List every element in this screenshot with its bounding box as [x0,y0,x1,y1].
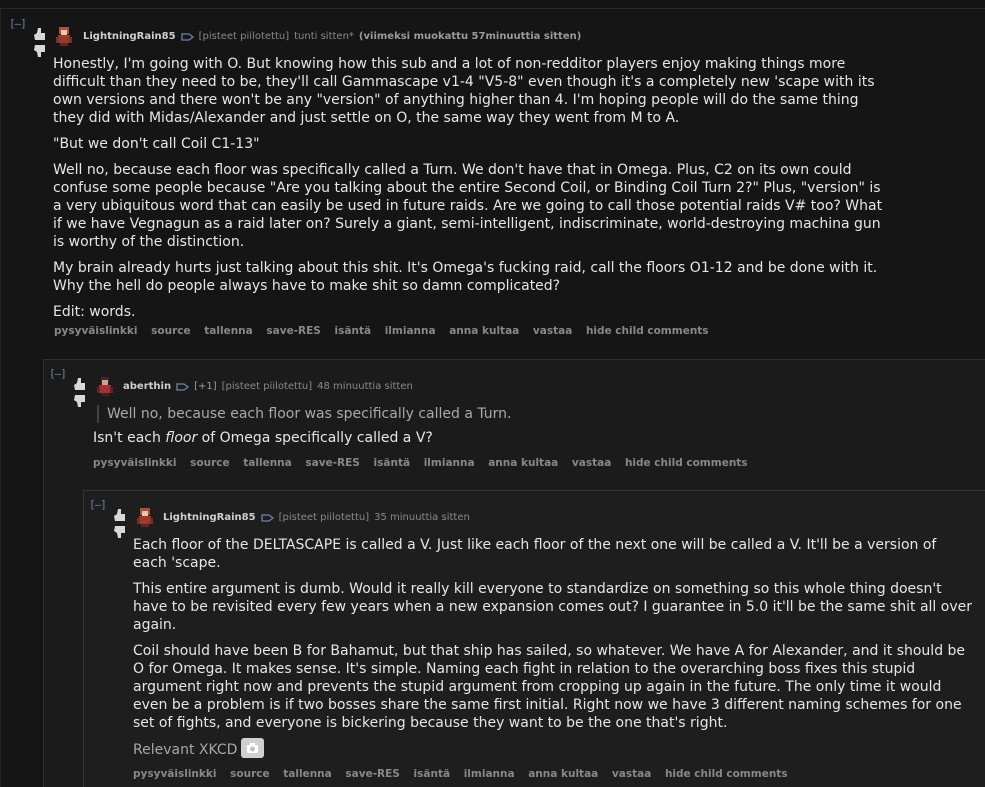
reply-button[interactable]: vastaa [572,457,611,469]
comment-body: Well no, because each floor was specific… [93,405,933,455]
parent-button[interactable]: isäntä [374,457,411,469]
comment-body: Each floor of the DELTASCAPE is called a… [133,536,973,768]
author-link[interactable]: LightningRain85 [83,31,176,42]
comment-3: [–] LightningRain85 [pisteet piilotettu]… [83,490,985,787]
upvote-arrow-icon[interactable] [31,27,47,41]
comment-buttons: pysyväislinkki source tallenna save-RES … [133,768,798,780]
user-flair: [+1] [194,381,217,392]
permalink-button[interactable]: pysyväislinkki [54,325,137,337]
report-button[interactable]: ilmianna [385,325,436,337]
score-hidden: [pisteet piilotettu] [221,381,313,392]
xkcd-link[interactable]: Relevant XKCD [133,742,237,758]
give-gold-button[interactable]: anna kultaa [488,457,558,469]
timestamp: 35 minuuttia sitten [374,512,470,523]
comment-tagline: aberthin [+1] [pisteet piilotettu] 48 mi… [123,381,413,392]
comment-paragraph: Coil should have been B for Bahamut, but… [133,643,966,731]
downvote-arrow-icon[interactable] [31,44,47,58]
save-button[interactable]: tallenna [204,325,252,337]
user-avatar-icon [137,508,153,527]
user-avatar-icon [56,27,72,46]
comment-buttons: pysyväislinkki source tallenna save-RES … [93,457,758,469]
save-res-button[interactable]: save-RES [305,457,359,469]
emphasis: floor [165,430,198,446]
timestamp: tunti sitten* [294,31,354,42]
comment-buttons: pysyväislinkki source tallenna save-RES … [54,325,719,337]
comment-tagline: LightningRain85 [pisteet piilotettu] tun… [83,31,581,42]
downvote-arrow-icon[interactable] [111,525,127,539]
save-res-button[interactable]: save-RES [345,768,399,780]
collapse-toggle[interactable]: [–] [9,17,27,30]
hide-children-button[interactable]: hide child comments [586,325,709,337]
comment-paragraph: Relevant XKCD [133,738,973,760]
user-tag-icon[interactable] [176,382,190,392]
reply-button[interactable]: vastaa [533,325,572,337]
user-avatar-icon [97,377,113,396]
comment-paragraph: This entire argument is dumb. Would it r… [133,581,972,633]
permalink-button[interactable]: pysyväislinkki [133,768,216,780]
source-button[interactable]: source [151,325,190,337]
user-tag-icon[interactable] [260,513,274,523]
timestamp: 48 minuuttia sitten [317,381,413,392]
vote-arrows [111,508,133,540]
save-button[interactable]: tallenna [243,457,291,469]
edited-note: (viimeksi muokattu 57minuuttia sitten) [358,31,582,42]
comment-paragraph: Edit: words. [53,304,136,320]
hide-children-button[interactable]: hide child comments [665,768,788,780]
user-tag-icon[interactable] [180,32,194,42]
permalink-button[interactable]: pysyväislinkki [93,457,176,469]
vote-arrows [71,377,93,409]
blockquote: Well no, because each floor was specific… [97,405,933,423]
save-res-button[interactable]: save-RES [266,325,320,337]
collapse-toggle[interactable]: [–] [49,367,67,380]
report-button[interactable]: ilmianna [424,457,475,469]
author-link[interactable]: aberthin [123,381,171,392]
upvote-arrow-icon[interactable] [71,377,87,391]
comment-paragraph: My brain already hurts just talking abou… [53,260,878,294]
comment-paragraph: Isn't each floor of Omega specifically c… [93,430,433,446]
comment-paragraph: "But we don't call Coil C1-13" [53,136,260,152]
score-hidden: [pisteet piilotettu] [278,512,370,523]
reply-button[interactable]: vastaa [612,768,651,780]
source-button[interactable]: source [230,768,269,780]
camera-icon[interactable] [241,738,265,758]
parent-button[interactable]: isäntä [414,768,451,780]
hide-children-button[interactable]: hide child comments [625,457,748,469]
save-button[interactable]: tallenna [283,768,331,780]
comment-body: Honestly, I'm going with O. But knowing … [53,55,893,329]
comment-paragraph: Honestly, I'm going with O. But knowing … [53,56,875,126]
source-button[interactable]: source [190,457,229,469]
give-gold-button[interactable]: anna kultaa [449,325,519,337]
upvote-arrow-icon[interactable] [111,508,127,522]
collapse-toggle[interactable]: [–] [89,498,107,511]
comment-tagline: LightningRain85 [pisteet piilotettu] 35 … [163,512,470,523]
parent-button[interactable]: isäntä [335,325,372,337]
give-gold-button[interactable]: anna kultaa [528,768,598,780]
vote-arrows [31,27,53,59]
comment-paragraph: Each floor of the DELTASCAPE is called a… [133,537,937,571]
downvote-arrow-icon[interactable] [71,394,87,408]
comment-paragraph: Well no, because each floor was specific… [53,162,883,250]
score-hidden: [pisteet piilotettu] [198,31,290,42]
author-link[interactable]: LightningRain85 [163,512,256,523]
report-button[interactable]: ilmianna [464,768,515,780]
